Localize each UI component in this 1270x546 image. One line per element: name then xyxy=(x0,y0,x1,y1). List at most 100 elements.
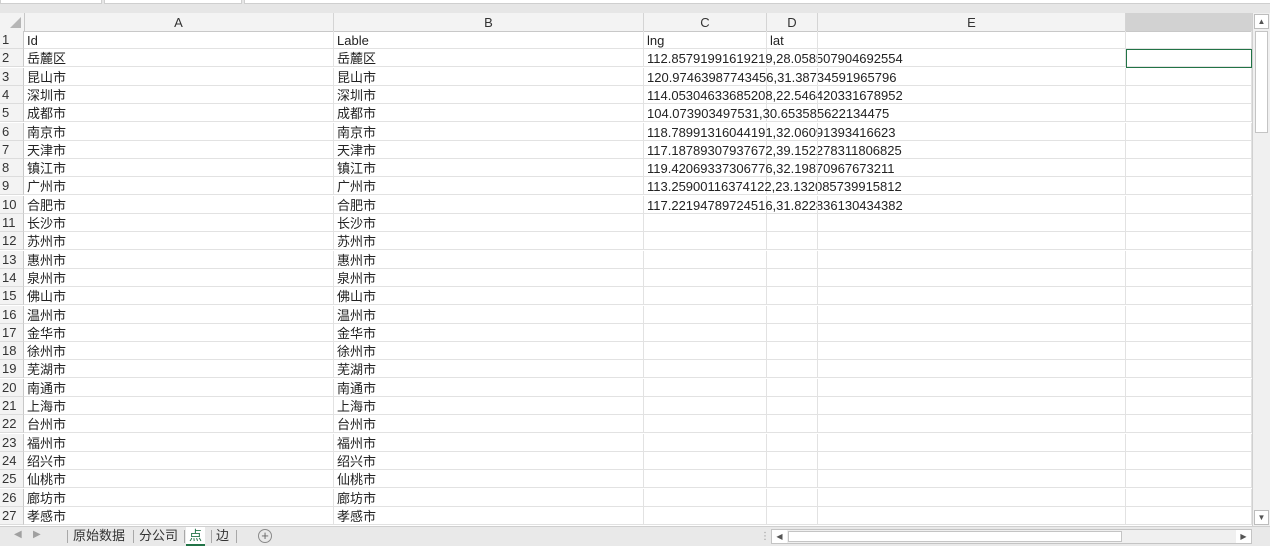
cell-f[interactable] xyxy=(1126,85,1252,104)
cell-b[interactable]: 泉州市 xyxy=(334,268,644,287)
cell-a[interactable]: 镇江市 xyxy=(24,159,334,178)
cell-f[interactable] xyxy=(1126,49,1252,68)
cell-d[interactable] xyxy=(767,85,818,104)
row-number[interactable]: 26 xyxy=(0,488,24,507)
horizontal-scroll-thumb[interactable] xyxy=(788,531,1122,542)
cell-c[interactable] xyxy=(644,433,767,452)
cell-d[interactable] xyxy=(767,470,818,489)
row-number[interactable]: 25 xyxy=(0,470,24,489)
cell-e[interactable] xyxy=(818,268,1126,287)
cell-b[interactable]: 温州市 xyxy=(334,305,644,324)
row-number[interactable]: 18 xyxy=(0,342,24,361)
cell-b[interactable]: 芜湖市 xyxy=(334,360,644,379)
cell-c[interactable]: 114.05304633685208,22.546420331678952 xyxy=(644,85,903,104)
row-number[interactable]: 9 xyxy=(0,177,24,196)
cell-e[interactable] xyxy=(818,122,1126,141)
spreadsheet-grid[interactable]: A B C D E 1 Id Lable lng lat 2 岳麓区 岳麓区 112.85791… xyxy=(0,13,1252,526)
cell-a[interactable]: 徐州市 xyxy=(24,342,334,361)
cell-a[interactable]: 芜湖市 xyxy=(24,360,334,379)
row-number[interactable]: 20 xyxy=(0,378,24,397)
cell-a[interactable]: 成都市 xyxy=(24,104,334,123)
left-arrow-icon[interactable]: ◀ xyxy=(14,529,22,540)
cell-a[interactable]: Id xyxy=(24,31,334,49)
cell-e[interactable] xyxy=(818,451,1126,470)
cell-e[interactable] xyxy=(818,488,1126,507)
cell-d[interactable]: lat xyxy=(767,31,818,49)
cell-d[interactable] xyxy=(767,360,818,379)
cell-a[interactable]: 仙桃市 xyxy=(24,470,334,489)
cell-b[interactable]: 天津市 xyxy=(334,140,644,159)
row-number[interactable]: 11 xyxy=(0,214,24,232)
cell-c[interactable] xyxy=(644,397,767,415)
cell-a[interactable]: 苏州市 xyxy=(24,232,334,251)
cell-a[interactable]: 深圳市 xyxy=(24,85,334,104)
cell-e[interactable] xyxy=(818,378,1126,397)
cell-f[interactable] xyxy=(1126,360,1252,379)
cell-c[interactable] xyxy=(644,268,767,287)
cell-f[interactable] xyxy=(1126,195,1252,214)
cell-d[interactable] xyxy=(767,177,818,196)
cell-c[interactable] xyxy=(644,488,767,507)
vertical-scroll-thumb[interactable] xyxy=(1255,31,1268,133)
cell-f[interactable] xyxy=(1126,67,1252,86)
cell-c[interactable]: 120.97463987743456,31.38734591965796 xyxy=(644,67,896,86)
cell-b[interactable]: 金华市 xyxy=(334,323,644,342)
cell-d[interactable] xyxy=(767,451,818,470)
cell-d[interactable] xyxy=(767,397,818,415)
left-arrow-icon[interactable]: ◀ xyxy=(772,530,787,543)
cell-b[interactable]: 深圳市 xyxy=(334,85,644,104)
cell-c[interactable] xyxy=(644,323,767,342)
cell-e[interactable] xyxy=(818,140,1126,159)
down-arrow-icon[interactable]: ▼ xyxy=(1254,510,1269,525)
cell-e[interactable] xyxy=(818,85,1126,104)
cell-d[interactable] xyxy=(767,415,818,434)
cell-d[interactable] xyxy=(767,159,818,178)
cell-a[interactable]: 合肥市 xyxy=(24,195,334,214)
cell-f[interactable] xyxy=(1126,323,1252,342)
cell-e[interactable] xyxy=(818,49,1126,68)
cell-e[interactable] xyxy=(818,250,1126,269)
cell-d[interactable] xyxy=(767,122,818,141)
row-number[interactable]: 7 xyxy=(0,140,24,159)
column-header-e[interactable]: E xyxy=(818,13,1126,31)
cell-a[interactable]: 泉州市 xyxy=(24,268,334,287)
cell-c[interactable]: 117.18789307937672,39.152278311806825 xyxy=(644,140,902,159)
cell-f[interactable] xyxy=(1126,470,1252,489)
row-number[interactable]: 16 xyxy=(0,305,24,324)
cell-e[interactable] xyxy=(818,195,1126,214)
cell-b[interactable]: 台州市 xyxy=(334,415,644,434)
column-header-b[interactable]: B xyxy=(334,13,644,31)
cell-d[interactable] xyxy=(767,342,818,361)
cell-d[interactable] xyxy=(767,433,818,452)
cell-e[interactable] xyxy=(818,305,1126,324)
cell-f[interactable] xyxy=(1126,342,1252,361)
cell-c[interactable] xyxy=(644,250,767,269)
cell-a[interactable]: 南通市 xyxy=(24,378,334,397)
select-all-button[interactable] xyxy=(0,13,25,31)
sheet-tab-edges[interactable]: 边 xyxy=(213,527,232,546)
cell-a[interactable]: 上海市 xyxy=(24,397,334,415)
cell-a[interactable]: 金华市 xyxy=(24,323,334,342)
row-number[interactable]: 4 xyxy=(0,85,24,104)
row-number[interactable]: 8 xyxy=(0,159,24,178)
cell-d[interactable] xyxy=(767,287,818,306)
cell-d[interactable] xyxy=(767,195,818,214)
cell-f[interactable] xyxy=(1126,268,1252,287)
row-number[interactable]: 1 xyxy=(0,31,24,49)
cell-c[interactable]: 117.22194789724516,31.822836130434382 xyxy=(644,195,903,214)
cell-c[interactable]: 113.25900116374122,23.132085739915812 xyxy=(644,177,902,196)
vertical-scrollbar[interactable]: ▲ ▼ xyxy=(1252,13,1270,526)
cell-b[interactable]: 孝感市 xyxy=(334,506,644,525)
row-number[interactable]: 17 xyxy=(0,323,24,342)
cell-f[interactable] xyxy=(1126,31,1252,49)
row-number[interactable]: 23 xyxy=(0,433,24,452)
cell-c[interactable] xyxy=(644,342,767,361)
cell-c[interactable]: 112.85791991619219,28.058507904692554 xyxy=(644,49,903,68)
cell-c[interactable]: 118.78991316044191,32.06091393416623 xyxy=(644,122,895,141)
sheet-tab-points[interactable]: 点 xyxy=(186,527,206,546)
cell-e[interactable] xyxy=(818,159,1126,178)
cell-e[interactable] xyxy=(818,470,1126,489)
cell-d[interactable] xyxy=(767,214,818,232)
sheet-tab-raw-data[interactable]: 原始数据 xyxy=(70,527,128,546)
cell-f[interactable] xyxy=(1126,122,1252,141)
